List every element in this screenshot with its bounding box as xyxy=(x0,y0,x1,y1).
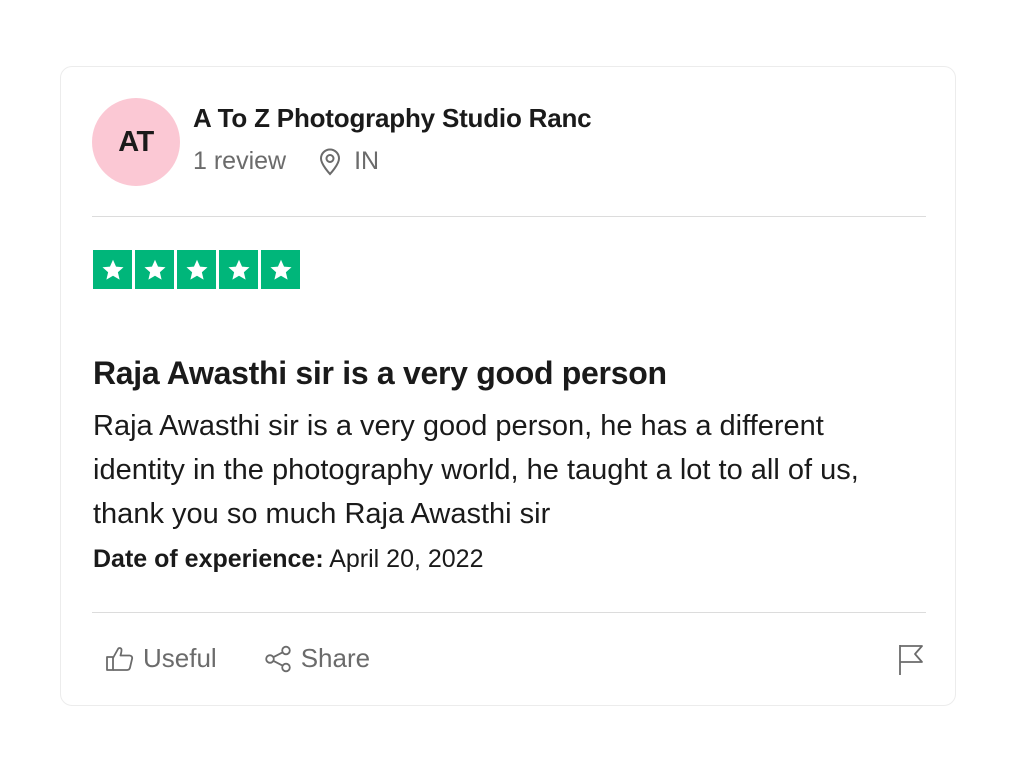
star-icon xyxy=(93,250,132,289)
useful-label: Useful xyxy=(143,643,217,673)
share-icon xyxy=(263,644,293,674)
star-icon xyxy=(177,250,216,289)
reviewer-meta: 1 review IN xyxy=(193,147,379,176)
review-actions: Useful Share xyxy=(105,643,416,674)
avatar-initials: AT xyxy=(118,125,154,158)
date-of-experience: Date of experience: April 20, 2022 xyxy=(93,545,484,574)
star-rating xyxy=(93,250,300,289)
avatar[interactable]: AT xyxy=(92,98,180,186)
reviewer-name[interactable]: A To Z Photography Studio Ranc xyxy=(193,103,592,134)
report-button[interactable] xyxy=(897,643,925,682)
flag-icon xyxy=(897,643,925,682)
useful-button[interactable]: Useful xyxy=(105,643,217,674)
review-title[interactable]: Raja Awasthi sir is a very good person xyxy=(93,355,667,392)
star-icon xyxy=(261,250,300,289)
divider xyxy=(92,612,926,613)
star-icon xyxy=(219,250,258,289)
experience-label: Date of experience: xyxy=(93,545,324,573)
star-icon xyxy=(135,250,174,289)
review-card: AT A To Z Photography Studio Ranc 1 revi… xyxy=(60,66,956,706)
location-pin-icon xyxy=(318,148,342,176)
divider xyxy=(92,216,926,217)
review-body: Raja Awasthi sir is a very good person, … xyxy=(93,410,859,530)
experience-date: April 20, 2022 xyxy=(329,545,484,573)
thumbs-up-icon xyxy=(105,645,135,673)
share-label: Share xyxy=(300,643,371,673)
review-count: 1 review xyxy=(193,147,287,175)
reviewer-country: IN xyxy=(354,147,380,175)
share-button[interactable]: Share xyxy=(263,643,370,674)
